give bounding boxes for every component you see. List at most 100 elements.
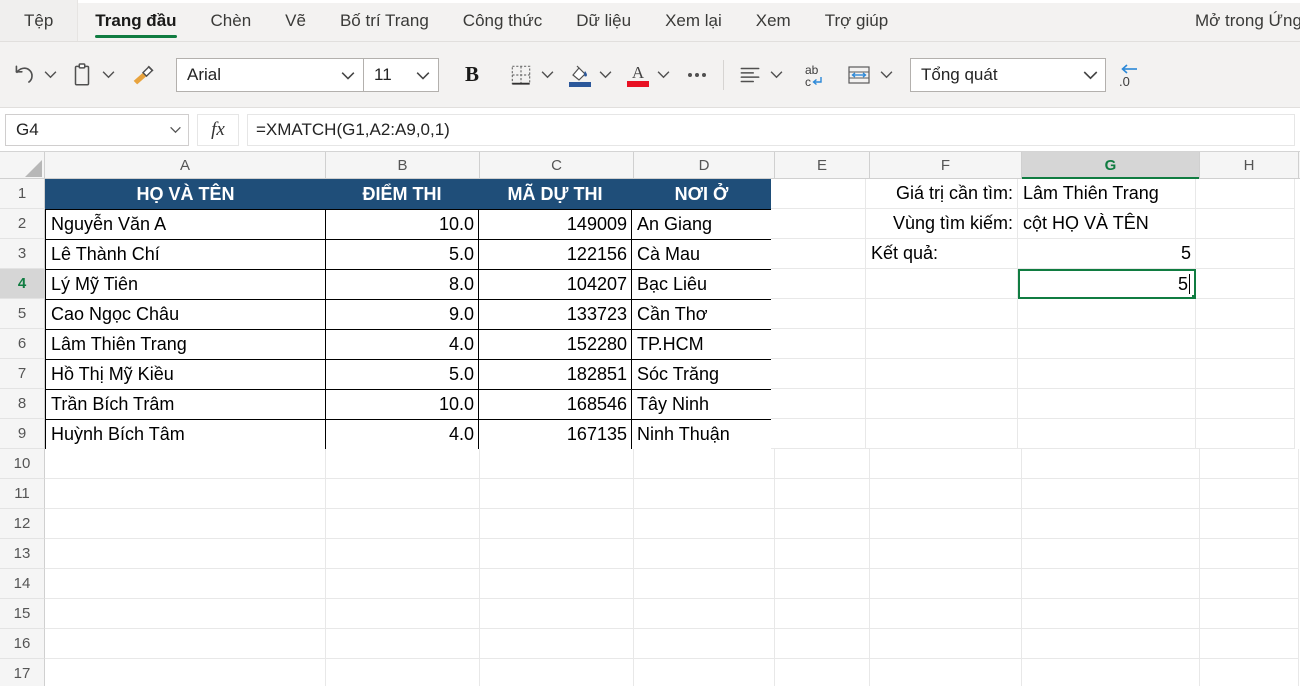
cell-A8[interactable]: Trần Bích Trâm bbox=[45, 389, 326, 420]
ribbon-tab-2[interactable]: Chèn bbox=[194, 0, 269, 41]
column-header-E[interactable]: E bbox=[775, 152, 870, 178]
cell-B3[interactable]: 5.0 bbox=[325, 239, 479, 270]
cell-C4[interactable]: 104207 bbox=[478, 269, 632, 300]
column-header-F[interactable]: F bbox=[870, 152, 1022, 178]
cell-G12[interactable] bbox=[1022, 509, 1200, 539]
cell-D14[interactable] bbox=[634, 569, 775, 599]
cell-A2[interactable]: Nguyễn Văn A bbox=[45, 209, 326, 240]
row-header-16[interactable]: 16 bbox=[0, 629, 45, 659]
column-header-B[interactable]: B bbox=[326, 152, 480, 178]
row-header-17[interactable]: 17 bbox=[0, 659, 45, 686]
row-header-15[interactable]: 15 bbox=[0, 599, 45, 629]
cell-F2[interactable]: Vùng tìm kiếm: bbox=[866, 209, 1018, 239]
cell-A16[interactable] bbox=[45, 629, 326, 659]
cell-B2[interactable]: 10.0 bbox=[325, 209, 479, 240]
row-header-2[interactable]: 2 bbox=[0, 209, 45, 239]
row-header-6[interactable]: 6 bbox=[0, 329, 45, 359]
cell-E12[interactable] bbox=[775, 509, 870, 539]
font-color-icon[interactable]: A bbox=[623, 57, 653, 93]
cell-C2[interactable]: 149009 bbox=[478, 209, 632, 240]
font-color-dropdown-caret[interactable] bbox=[653, 57, 673, 93]
cell-B10[interactable] bbox=[326, 449, 480, 479]
row-header-1[interactable]: 1 bbox=[0, 179, 45, 209]
cell-C14[interactable] bbox=[480, 569, 634, 599]
cell-F13[interactable] bbox=[870, 539, 1022, 569]
cell-G11[interactable] bbox=[1022, 479, 1200, 509]
bold-button[interactable]: B bbox=[455, 57, 489, 93]
cell-D7[interactable]: Sóc Trăng bbox=[631, 359, 772, 390]
cell-E17[interactable] bbox=[775, 659, 870, 686]
cell-E3[interactable] bbox=[771, 239, 866, 269]
row-header-12[interactable]: 12 bbox=[0, 509, 45, 539]
cell-C13[interactable] bbox=[480, 539, 634, 569]
fill-color-dropdown-caret[interactable] bbox=[595, 57, 615, 93]
name-box-caret-icon[interactable] bbox=[162, 123, 188, 136]
cell-E8[interactable] bbox=[771, 389, 866, 419]
row-header-5[interactable]: 5 bbox=[0, 299, 45, 329]
cell-C1[interactable]: MÃ DỰ THI bbox=[478, 179, 632, 210]
cell-H16[interactable] bbox=[1200, 629, 1299, 659]
cell-F3[interactable]: Kết quả: bbox=[866, 239, 1018, 269]
paste-dropdown-caret[interactable] bbox=[98, 57, 118, 93]
cell-C16[interactable] bbox=[480, 629, 634, 659]
merge-dropdown-caret[interactable] bbox=[876, 57, 896, 93]
cell-E7[interactable] bbox=[771, 359, 866, 389]
font-size-combo[interactable]: 11 bbox=[363, 57, 439, 92]
select-all-corner[interactable] bbox=[0, 152, 45, 178]
cell-E16[interactable] bbox=[775, 629, 870, 659]
cell-F4[interactable] bbox=[866, 269, 1018, 299]
cell-C9[interactable]: 167135 bbox=[478, 419, 632, 450]
cell-F16[interactable] bbox=[870, 629, 1022, 659]
column-header-H[interactable]: H bbox=[1200, 152, 1299, 178]
cell-F17[interactable] bbox=[870, 659, 1022, 686]
cell-A6[interactable]: Lâm Thiên Trang bbox=[45, 329, 326, 360]
fill-handle[interactable] bbox=[1191, 294, 1194, 297]
cell-A1[interactable]: HỌ VÀ TÊN bbox=[45, 179, 326, 210]
cell-D15[interactable] bbox=[634, 599, 775, 629]
cell-F12[interactable] bbox=[870, 509, 1022, 539]
cell-D16[interactable] bbox=[634, 629, 775, 659]
cell-A4[interactable]: Lý Mỹ Tiên bbox=[45, 269, 326, 300]
cell-F1[interactable]: Giá trị cần tìm: bbox=[866, 179, 1018, 209]
column-header-C[interactable]: C bbox=[480, 152, 634, 178]
ribbon-tab-3[interactable]: Vẽ bbox=[268, 0, 323, 41]
number-format-caret[interactable] bbox=[1075, 67, 1105, 82]
cell-B14[interactable] bbox=[326, 569, 480, 599]
column-header-G[interactable]: G bbox=[1022, 152, 1200, 179]
undo-dropdown-caret[interactable] bbox=[40, 57, 60, 93]
cell-H2[interactable] bbox=[1196, 209, 1295, 239]
cell-D11[interactable] bbox=[634, 479, 775, 509]
cell-E2[interactable] bbox=[771, 209, 866, 239]
cell-G1[interactable]: Lâm Thiên Trang bbox=[1018, 179, 1196, 209]
cell-F5[interactable] bbox=[866, 299, 1018, 329]
cell-A5[interactable]: Cao Ngọc Châu bbox=[45, 299, 326, 330]
cell-E1[interactable] bbox=[771, 179, 866, 209]
align-dropdown-caret[interactable] bbox=[766, 57, 786, 93]
cell-G6[interactable] bbox=[1018, 329, 1196, 359]
cell-D4[interactable]: Bạc Liêu bbox=[631, 269, 772, 300]
cell-H5[interactable] bbox=[1196, 299, 1295, 329]
cell-B5[interactable]: 9.0 bbox=[325, 299, 479, 330]
cell-G13[interactable] bbox=[1022, 539, 1200, 569]
cell-D6[interactable]: TP.HCM bbox=[631, 329, 772, 360]
ribbon-tab-7[interactable]: Xem lại bbox=[648, 0, 739, 41]
cell-A17[interactable] bbox=[45, 659, 326, 686]
row-header-4[interactable]: 4 bbox=[0, 269, 45, 299]
cell-G3[interactable]: 5 bbox=[1018, 239, 1196, 269]
cell-B13[interactable] bbox=[326, 539, 480, 569]
cell-E15[interactable] bbox=[775, 599, 870, 629]
cell-H15[interactable] bbox=[1200, 599, 1299, 629]
number-format-combo[interactable]: Tổng quát bbox=[910, 57, 1106, 92]
cell-E5[interactable] bbox=[771, 299, 866, 329]
cell-H4[interactable] bbox=[1196, 269, 1295, 299]
cell-G9[interactable] bbox=[1018, 419, 1196, 449]
formula-input[interactable]: =XMATCH(G1,A2:A9,0,1) bbox=[247, 113, 1295, 146]
cell-F14[interactable] bbox=[870, 569, 1022, 599]
open-in-app-button[interactable]: Mở trong Ứng bbox=[1178, 0, 1300, 41]
cell-C5[interactable]: 133723 bbox=[478, 299, 632, 330]
cell-F9[interactable] bbox=[866, 419, 1018, 449]
font-size-caret[interactable] bbox=[408, 68, 438, 82]
cell-B1[interactable]: ĐIỂM THI bbox=[325, 179, 479, 210]
cell-A7[interactable]: Hồ Thị Mỹ Kiều bbox=[45, 359, 326, 390]
cell-C15[interactable] bbox=[480, 599, 634, 629]
